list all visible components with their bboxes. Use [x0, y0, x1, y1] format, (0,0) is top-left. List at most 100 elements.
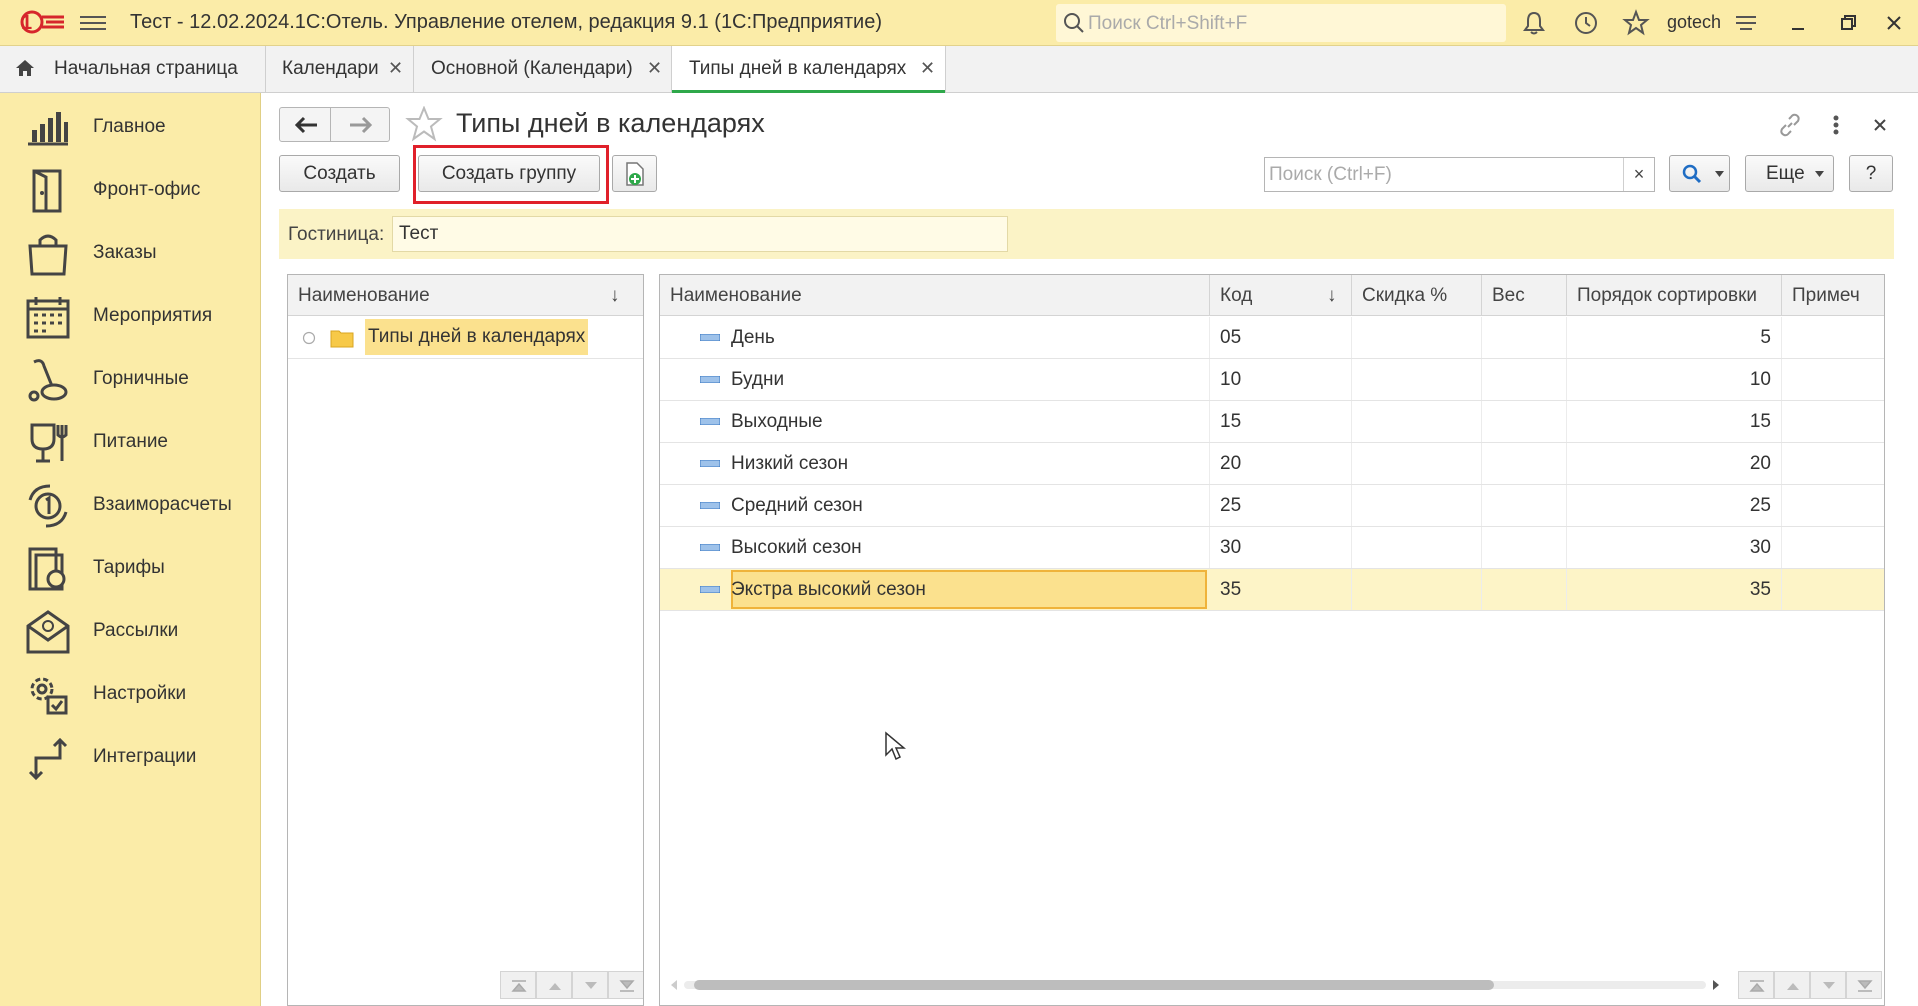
tab-main-calendar[interactable]: Основной (Календари) ✕ [414, 46, 672, 92]
tab-calendars[interactable]: Календари ✕ [266, 46, 414, 92]
mail-at-icon [26, 610, 70, 654]
sidebar-item-mailings[interactable]: Рассылки [0, 598, 260, 660]
tab-close-icon[interactable]: ✕ [647, 58, 662, 79]
sidebar-item-integrations[interactable]: Интеграции [0, 724, 260, 786]
minimize-icon[interactable] [1784, 9, 1812, 37]
vacuum-cleaner-icon [28, 359, 68, 402]
sidebar-item-orders[interactable]: Заказы [0, 220, 260, 282]
create-copy-button[interactable] [612, 155, 657, 192]
scroll-top-button[interactable] [500, 971, 536, 999]
sidebar-item-front-office[interactable]: Фронт-офис [0, 157, 260, 219]
mouse-cursor-icon [885, 731, 906, 761]
help-button[interactable]: ? [1849, 155, 1893, 192]
table-row[interactable]: Выходные 15 15 [660, 401, 1884, 443]
cell-name: Низкий сезон [721, 443, 1210, 484]
cell-name[interactable]: Экстра высокий сезон [721, 569, 1210, 610]
sidebar-item-events[interactable]: Мероприятия [0, 283, 260, 345]
app-logo[interactable]: 1 [18, 8, 68, 36]
scroll-down-button[interactable] [572, 971, 608, 999]
calendar-icon [26, 297, 70, 339]
scroll-down-button[interactable] [1810, 971, 1846, 999]
sidebar-item-label: Рассылки [93, 620, 179, 641]
user-name[interactable]: gotech [1667, 12, 1721, 33]
table-row-selected[interactable]: Экстра высокий сезон 35 35 [660, 569, 1884, 611]
tab-close-icon[interactable]: ✕ [388, 58, 403, 79]
cell-weight [1482, 569, 1567, 610]
sidebar-item-food[interactable]: Питание [0, 409, 260, 471]
scroll-left-icon[interactable] [670, 980, 678, 990]
tab-day-types[interactable]: Типы дней в календарях ✕ [672, 46, 946, 93]
last-icon [619, 980, 635, 992]
cell-name: Будни [721, 359, 1210, 400]
scrollbar-thumb[interactable] [694, 980, 1494, 990]
scroll-right-icon[interactable] [1712, 980, 1720, 990]
cell-name: Средний сезон [721, 485, 1210, 526]
tab-home[interactable]: Начальная страница [0, 46, 266, 92]
sort-arrow-icon: ↓ [610, 285, 620, 306]
more-button[interactable]: Еще [1745, 155, 1834, 192]
settings-lines-icon[interactable] [1732, 9, 1760, 37]
table-row[interactable]: Высокий сезон 30 30 [660, 527, 1884, 569]
global-search-placeholder: Поиск Ctrl+Shift+F [1088, 13, 1248, 34]
sidebar-item-tariffs[interactable]: Тарифы [0, 535, 260, 597]
favorite-star-icon[interactable] [405, 106, 443, 142]
scroll-up-button[interactable] [536, 971, 572, 999]
sidebar-item-housekeeping[interactable]: Горничные [0, 346, 260, 408]
restore-icon[interactable] [1834, 9, 1862, 37]
col-name[interactable]: Наименование [660, 275, 1210, 316]
sidebar-item-main[interactable]: Главное [0, 94, 260, 156]
expand-circle-icon[interactable] [302, 331, 316, 345]
close-icon[interactable] [1880, 9, 1908, 37]
cell-weight [1482, 401, 1567, 442]
sidebar-item-label: Горничные [93, 368, 189, 389]
scroll-up-button[interactable] [1774, 971, 1810, 999]
history-icon[interactable] [1572, 9, 1600, 37]
form-close-icon[interactable] [1866, 111, 1894, 139]
back-button[interactable] [279, 107, 331, 142]
star-icon[interactable] [1622, 9, 1650, 37]
tab-close-icon[interactable]: ✕ [920, 58, 935, 79]
sidebar: Главное Фронт-офис Заказы Мероприятия Го… [0, 93, 261, 1006]
hotel-filter-field[interactable]: Тест [392, 216, 1008, 252]
horizontal-scrollbar[interactable] [670, 977, 1720, 993]
col-weight[interactable]: Вес [1482, 275, 1567, 316]
sidebar-item-settings[interactable]: Настройки [0, 661, 260, 723]
forward-button[interactable] [330, 107, 390, 142]
tree-row[interactable]: Типы дней в календарях [288, 317, 643, 359]
cell-order: 30 [1567, 527, 1782, 568]
link-icon[interactable] [1776, 111, 1804, 139]
scroll-bottom-button[interactable] [1846, 971, 1882, 999]
col-discount[interactable]: Скидка % [1352, 275, 1482, 316]
table-row[interactable]: Будни 10 10 [660, 359, 1884, 401]
door-icon [32, 169, 62, 213]
more-vertical-icon[interactable] [1822, 111, 1850, 139]
sidebar-item-label: Питание [93, 431, 168, 452]
sidebar-item-settlements[interactable]: Взаиморасчеты [0, 472, 260, 534]
col-sort-order[interactable]: Порядок сортировки [1567, 275, 1782, 316]
more-label: Еще [1766, 163, 1805, 184]
arrow-left-icon [294, 116, 317, 134]
sidebar-item-label: Интеграции [93, 746, 197, 767]
title-bar: 1 Тест - 12.02.2024.1С:Отель. Управление… [0, 0, 1918, 46]
create-group-button[interactable]: Создать группу [418, 155, 600, 192]
tree-col-name[interactable]: Наименование [288, 275, 643, 316]
table-row[interactable]: День 05 5 [660, 317, 1884, 359]
menu-icon[interactable] [80, 12, 106, 34]
create-button[interactable]: Создать [279, 155, 400, 192]
scroll-top-button[interactable] [1738, 971, 1774, 999]
col-note[interactable]: Примеч [1782, 275, 1884, 316]
table-row[interactable]: Средний сезон 25 25 [660, 485, 1884, 527]
scroll-bottom-button[interactable] [608, 971, 643, 999]
cell-order: 5 [1567, 317, 1782, 358]
global-search[interactable]: Поиск Ctrl+Shift+F [1056, 4, 1506, 42]
search-input[interactable] [1265, 158, 1625, 191]
table-row[interactable]: Низкий сезон 20 20 [660, 443, 1884, 485]
tree-header: Наименование ↓ [288, 275, 643, 316]
cell-discount [1352, 527, 1482, 568]
search-field[interactable]: × [1264, 157, 1655, 192]
bell-icon[interactable] [1520, 9, 1548, 37]
search-options-button[interactable] [1669, 155, 1730, 192]
groups-tree: Наименование ↓ Типы дней в календарях [287, 274, 644, 1006]
search-clear-button[interactable]: × [1623, 158, 1654, 191]
cell-discount [1352, 443, 1482, 484]
